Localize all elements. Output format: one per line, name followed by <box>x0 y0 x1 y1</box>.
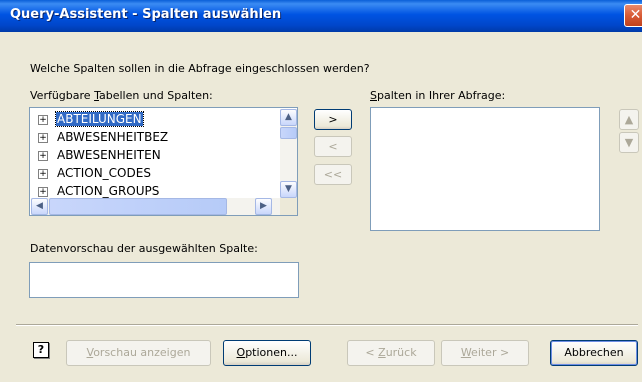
tree-item-label: ACTION_GROUPS <box>57 184 160 198</box>
move-up-button[interactable]: ▲ <box>619 109 639 130</box>
arrow-down-icon: ▼ <box>624 136 634 149</box>
remove-all-columns-button[interactable]: << <box>314 164 352 185</box>
preview-button[interactable]: Vorschau anzeigen <box>66 340 211 366</box>
expand-icon[interactable]: + <box>38 187 48 197</box>
vertical-scroll-thumb[interactable] <box>280 127 297 139</box>
vertical-scrollbar[interactable]: ▲ ▼ <box>280 109 297 198</box>
arrow-down-icon: ▼ <box>285 184 292 194</box>
expand-icon[interactable]: + <box>38 133 48 143</box>
tree-item-label: ABWESENHEITEN <box>57 148 161 162</box>
available-tables-label: Verfügbare Tabellen und Spalten: <box>30 89 213 102</box>
query-columns-label: Spalten in Ihrer Abfrage: <box>370 89 506 102</box>
cancel-button[interactable]: Abbrechen <box>550 340 638 366</box>
arrow-up-icon: ▲ <box>624 113 634 126</box>
prompt-text: Welche Spalten sollen in die Abfrage ein… <box>30 62 370 75</box>
query-columns-list[interactable] <box>370 107 600 231</box>
tree-item-action-codes[interactable]: + ACTION_CODES <box>30 165 280 183</box>
separator <box>16 324 638 326</box>
horizontal-scroll-thumb[interactable] <box>49 198 227 215</box>
preview-field[interactable] <box>29 262 299 298</box>
tree-item-abteilungen[interactable]: + ABTEILUNGEN <box>30 111 280 129</box>
tree-item-abwesenheitbez[interactable]: + ABWESENHEITBEZ <box>30 129 280 147</box>
scroll-down-button[interactable]: ▼ <box>280 181 297 198</box>
close-icon: ✕ <box>629 7 642 23</box>
tree-item-label: ABTEILUNGEN <box>55 111 144 127</box>
back-button[interactable]: < Zurück <box>347 340 435 366</box>
scroll-left-button[interactable]: ◀ <box>31 198 48 215</box>
tree-item-abwesenheiten[interactable]: + ABWESENHEITEN <box>30 147 280 165</box>
expand-icon[interactable]: + <box>38 115 48 125</box>
arrow-up-icon: ▲ <box>285 112 292 122</box>
add-column-button[interactable]: > <box>314 109 352 130</box>
remove-column-button[interactable]: < <box>314 136 352 157</box>
title-bar[interactable]: Query-Assistent - Spalten auswählen ✕ <box>0 0 642 32</box>
help-button[interactable]: ? <box>33 342 49 358</box>
scroll-up-button[interactable]: ▲ <box>280 109 297 126</box>
expand-icon[interactable]: + <box>38 169 48 179</box>
move-down-button[interactable]: ▼ <box>619 132 639 153</box>
horizontal-scrollbar[interactable]: ◀ ▶ <box>31 198 280 215</box>
scrollbar-corner <box>280 198 297 215</box>
preview-label: Datenvorschau der ausgewählten Spalte: <box>30 242 258 255</box>
arrow-left-icon: ◀ <box>36 201 43 211</box>
expand-icon[interactable]: + <box>38 151 48 161</box>
help-icon: ? <box>37 343 45 356</box>
tree-item-label: ACTION_CODES <box>57 166 151 180</box>
scroll-right-button[interactable]: ▶ <box>255 198 272 215</box>
arrow-right-icon: ▶ <box>260 201 267 211</box>
tree-item-label: ABWESENHEITBEZ <box>57 130 169 144</box>
window-title: Query-Assistent - Spalten auswählen <box>10 7 282 22</box>
tree-item-action-groups[interactable]: + ACTION_GROUPS <box>30 183 280 198</box>
close-button[interactable]: ✕ <box>624 4 642 27</box>
next-button[interactable]: Weiter > <box>441 340 529 366</box>
options-button[interactable]: Optionen... <box>223 340 311 366</box>
available-tables-tree[interactable]: + ABTEILUNGEN + ABWESENHEITBEZ + ABWESEN… <box>29 107 298 216</box>
